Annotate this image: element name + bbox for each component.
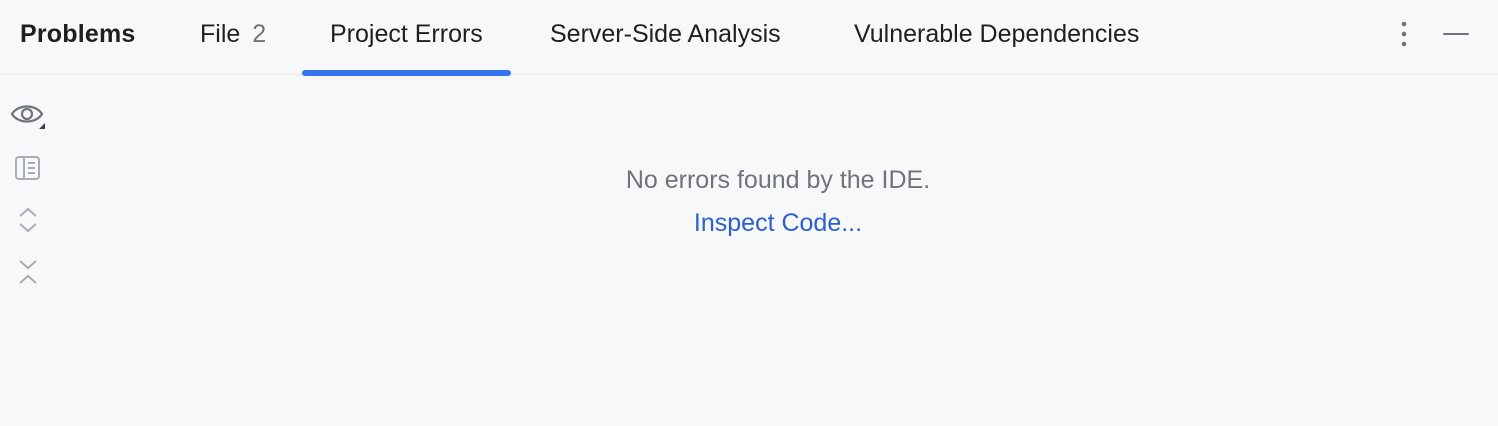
tab-file[interactable]: File 2 — [200, 20, 266, 74]
expand-all-button[interactable] — [8, 200, 48, 240]
show-options-button[interactable] — [8, 96, 48, 136]
tab-vulnerable-dependencies[interactable]: Vulnerable Dependencies — [854, 20, 1139, 74]
tab-file-count: 2 — [252, 20, 267, 48]
inspect-code-link[interactable]: Inspect Code... — [694, 209, 862, 238]
panel-title: Problems — [20, 20, 136, 48]
minimize-button[interactable] — [1440, 18, 1472, 50]
tab-file-label: File — [200, 20, 241, 48]
collapse-all-icon — [19, 260, 37, 284]
expand-all-icon — [19, 207, 37, 233]
tab-server-side-analysis[interactable]: Server-Side Analysis — [550, 20, 781, 74]
minimize-icon — [1443, 33, 1469, 35]
preview-panel-icon — [15, 156, 40, 180]
tab-project-errors[interactable]: Project Errors — [302, 20, 511, 76]
tab-project-errors-label: Project Errors — [330, 20, 483, 48]
empty-state: No errors found by the IDE. Inspect Code… — [478, 166, 1078, 238]
problems-header: Problems File 2 Project Errors Server-Sid… — [0, 0, 1498, 76]
preview-panel-button[interactable] — [8, 148, 48, 188]
more-options-button[interactable] — [1388, 18, 1420, 50]
collapse-all-button[interactable] — [8, 252, 48, 292]
empty-state-message: No errors found by the IDE. — [625, 166, 931, 194]
tab-server-side-analysis-label: Server-Side Analysis — [550, 20, 781, 48]
more-vertical-icon — [1401, 21, 1407, 47]
tab-vulnerable-dependencies-label: Vulnerable Dependencies — [854, 20, 1140, 48]
eye-icon — [10, 105, 45, 129]
